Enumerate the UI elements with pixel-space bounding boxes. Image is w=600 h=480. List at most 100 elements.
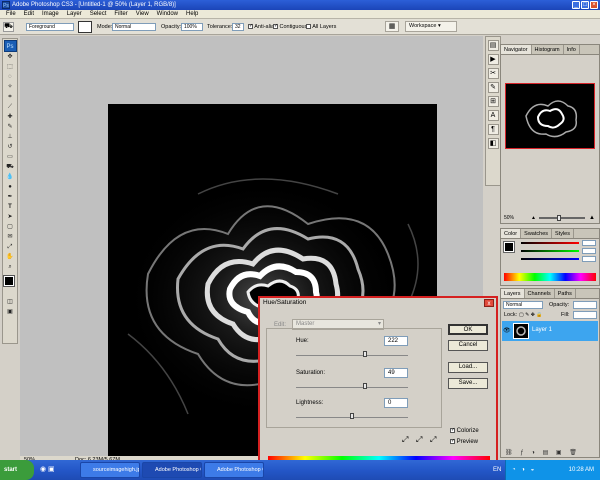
clone-stamp-tool-icon[interactable]: ⊥ <box>4 133 16 142</box>
maximize-button[interactable]: □ <box>581 1 589 9</box>
marquee-tool-icon[interactable]: ⬚ <box>4 63 16 72</box>
type-tool-icon[interactable]: T <box>4 203 16 212</box>
lightness-slider-knob[interactable] <box>350 413 354 419</box>
colorize-checkbox[interactable]: ✓ <box>450 428 455 433</box>
all-layers-checkbox[interactable] <box>306 24 311 30</box>
actions-panel-icon[interactable]: ▶ <box>487 54 499 65</box>
crop-tool-icon[interactable]: ⌗ <box>4 93 16 102</box>
colorize-option[interactable]: ✓ Colorize <box>450 428 479 434</box>
tab-info[interactable]: Info <box>564 45 580 54</box>
eyedropper-plus-icon[interactable]: ⤢ <box>416 435 422 445</box>
layer-comps-icon[interactable]: ◧ <box>487 138 499 149</box>
healing-brush-tool-icon[interactable]: ✚ <box>4 113 16 122</box>
color-spectrum-ramp[interactable] <box>504 273 596 281</box>
hue-slider-track[interactable] <box>296 355 408 356</box>
hue-input[interactable]: 222 <box>384 336 408 346</box>
pen-tool-icon[interactable]: ✒ <box>4 193 16 202</box>
eyedropper-minus-icon[interactable]: ⤢ <box>430 435 436 445</box>
lasso-tool-icon[interactable]: ◌ <box>4 73 16 82</box>
dialog-title-bar[interactable]: Hue/Saturation <box>260 298 496 308</box>
navigator-zoom-value[interactable]: 50% <box>504 215 514 221</box>
layers-opacity-input[interactable] <box>573 301 597 309</box>
magic-wand-tool-icon[interactable]: ✧ <box>4 83 16 92</box>
layer-name[interactable]: Layer 1 <box>532 327 552 333</box>
tolerance-input[interactable]: 32 <box>232 23 244 31</box>
eraser-tool-icon[interactable]: ▭ <box>4 153 16 162</box>
task-sourceimage[interactable]: sourceimagehigh.jp... <box>80 462 140 478</box>
history-brush-tool-icon[interactable]: ↺ <box>4 143 16 152</box>
navigator-preview[interactable] <box>505 83 595 149</box>
tab-swatches[interactable]: Swatches <box>521 229 553 238</box>
pattern-picker[interactable] <box>78 21 92 33</box>
brush-tool-icon[interactable]: ✎ <box>4 123 16 132</box>
clock[interactable]: 10:28 AM <box>569 460 594 480</box>
blue-value[interactable] <box>582 256 596 262</box>
language-indicator[interactable]: EN <box>493 460 501 480</box>
tab-histogram[interactable]: Histogram <box>532 45 564 54</box>
character-panel-icon[interactable]: A <box>487 110 499 121</box>
eyedropper-icon[interactable]: ⤢ <box>402 435 408 445</box>
path-selection-tool-icon[interactable]: ➤ <box>4 213 16 222</box>
mode-select[interactable]: Normal <box>112 23 156 31</box>
navigator-zoom-slider[interactable] <box>539 217 585 219</box>
menu-view[interactable]: View <box>132 10 153 19</box>
save-button[interactable]: Save... <box>448 378 488 389</box>
load-button[interactable]: Load... <box>448 362 488 373</box>
lightness-input[interactable]: 0 <box>384 398 408 408</box>
opacity-input[interactable]: 100% <box>181 23 203 31</box>
paragraph-panel-icon[interactable]: ¶ <box>487 124 499 135</box>
tab-navigator[interactable]: Navigator <box>501 45 532 54</box>
layer-row[interactable]: 👁 Layer 1 <box>502 321 598 341</box>
preview-option[interactable]: ✓ Preview <box>450 439 478 445</box>
tab-styles[interactable]: Styles <box>552 229 574 238</box>
dodge-tool-icon[interactable]: ● <box>4 183 16 192</box>
menu-window[interactable]: Window <box>153 10 182 19</box>
task-photoshop-1[interactable]: Adobe Photoshop C... <box>142 462 202 478</box>
hue-slider-knob[interactable] <box>363 351 368 357</box>
history-panel-icon[interactable]: ▤ <box>487 40 499 51</box>
layers-footer-buttons[interactable]: ⛓ ƒ ◑ ▤ ▣ 🗑 <box>501 449 599 458</box>
workspace-button[interactable]: Workspace ▾ <box>405 21 457 32</box>
task-photoshop-2[interactable]: Adobe Photoshop C... <box>204 462 264 478</box>
fill-source-select[interactable]: Foreground <box>26 23 74 31</box>
zoom-in-icon[interactable]: ▲ <box>589 213 595 223</box>
blend-mode-select[interactable]: Normal <box>503 301 543 309</box>
foreground-color-swatch[interactable] <box>3 275 15 287</box>
dialog-close-button[interactable]: x <box>484 299 494 307</box>
tab-paths[interactable]: Paths <box>555 289 576 298</box>
photoshop-logo[interactable]: Ps <box>3 40 17 52</box>
contiguous-checkbox[interactable]: ✓ <box>273 24 278 30</box>
brushes-panel-icon[interactable]: ✎ <box>487 82 499 93</box>
preview-checkbox[interactable]: ✓ <box>450 439 455 444</box>
tray-icons[interactable]: ◔ ◑ ◒ <box>506 467 536 473</box>
tool-presets-icon[interactable]: ✂ <box>487 68 499 79</box>
menu-image[interactable]: Image <box>38 10 63 19</box>
red-value[interactable] <box>582 240 596 246</box>
eyedropper-tool-icon[interactable]: ⤢ <box>4 243 16 252</box>
tab-channels[interactable]: Channels <box>525 289 555 298</box>
green-slider[interactable] <box>521 250 579 252</box>
start-button[interactable]: start <box>0 460 34 480</box>
move-tool-icon[interactable]: ✥ <box>4 53 16 62</box>
cancel-button[interactable]: Cancel <box>448 340 488 351</box>
minimize-button[interactable]: _ <box>572 1 580 9</box>
all-layers-option[interactable]: All Layers <box>306 23 336 31</box>
bridge-icon[interactable]: ▦ <box>385 21 399 32</box>
saturation-input[interactable]: 49 <box>384 368 408 378</box>
clone-source-icon[interactable]: ⊞ <box>487 96 499 107</box>
quick-launch-icons[interactable]: ◉ ▣ <box>40 465 55 473</box>
red-slider[interactable] <box>521 242 579 244</box>
contiguous-option[interactable]: ✓ Contiguous <box>273 23 307 31</box>
zoom-tool-icon[interactable]: ⌕ <box>4 263 16 272</box>
menu-select[interactable]: Select <box>86 10 111 19</box>
menu-layer[interactable]: Layer <box>63 10 86 19</box>
visibility-eye-icon[interactable]: 👁 <box>503 327 511 334</box>
paint-bucket-icon[interactable]: ⛟ <box>3 22 14 32</box>
menu-file[interactable]: File <box>2 10 20 19</box>
saturation-slider-knob[interactable] <box>363 383 368 389</box>
menu-edit[interactable]: Edit <box>20 10 38 19</box>
blue-slider[interactable] <box>521 258 579 260</box>
menu-filter[interactable]: Filter <box>110 10 131 19</box>
tab-color[interactable]: Color <box>501 229 522 238</box>
hand-tool-icon[interactable]: ✋ <box>4 253 16 262</box>
